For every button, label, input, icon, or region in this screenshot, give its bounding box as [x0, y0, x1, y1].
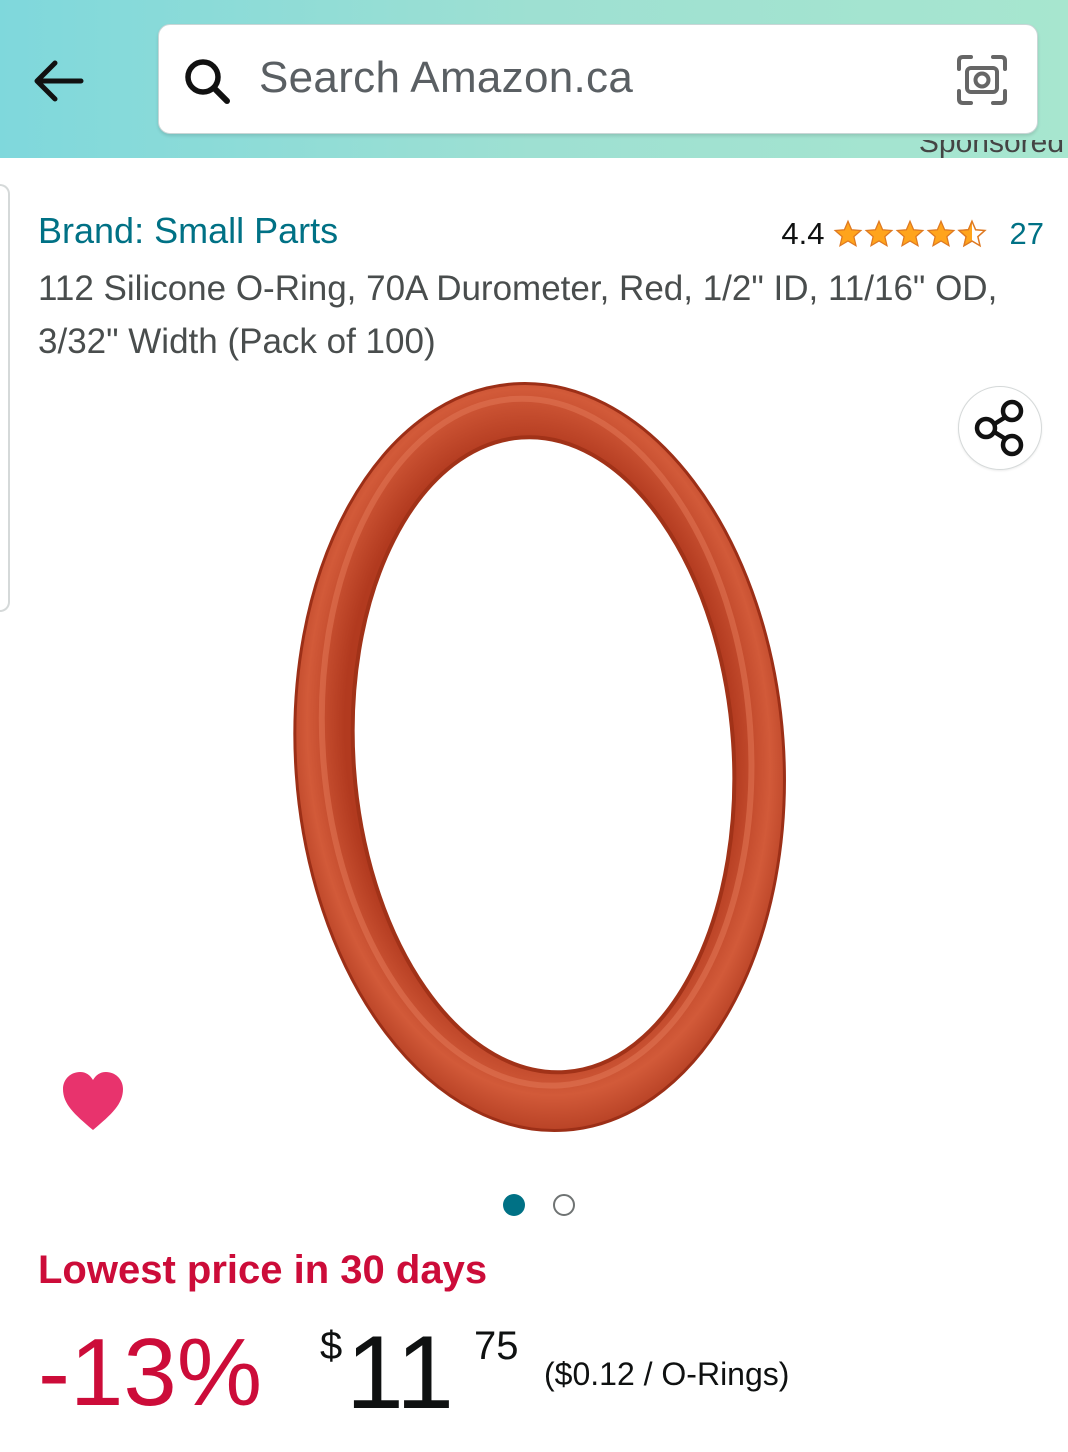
back-button[interactable]: [22, 50, 92, 112]
side-drawer-handle[interactable]: [0, 184, 10, 612]
pagination-dot[interactable]: [553, 1194, 575, 1216]
rating-count: 27: [1009, 216, 1044, 251]
star-icon: [895, 219, 924, 248]
search-input[interactable]: Search Amazon.ca: [158, 24, 1038, 134]
star-icon: [833, 219, 862, 248]
discount-percent: -13%: [38, 1319, 263, 1426]
image-pagination: [503, 1194, 603, 1216]
sponsored-label[interactable]: Sponsored: [919, 140, 1064, 176]
arrow-left-icon: [34, 60, 84, 102]
product-image[interactable]: [270, 372, 810, 1152]
price-fraction: 75: [474, 1324, 519, 1368]
product-title: 112 Silicone O-Ring, 70A Durometer, Red,…: [38, 269, 998, 361]
rating-summary[interactable]: 4.4 27: [781, 216, 1044, 252]
pagination-dot-active[interactable]: [503, 1194, 525, 1216]
star-rating: [833, 219, 988, 249]
price-currency: $: [320, 1324, 343, 1368]
share-icon: [974, 399, 1024, 457]
half-star-icon: [956, 219, 987, 248]
price-whole: 11: [346, 1315, 454, 1431]
star-icon: [926, 219, 955, 248]
search-icon: [185, 59, 230, 104]
share-button[interactable]: [958, 386, 1042, 470]
search-placeholder[interactable]: Search Amazon.ca: [259, 53, 633, 103]
heart-icon[interactable]: [60, 1068, 126, 1134]
rating-value: 4.4: [781, 216, 825, 251]
camera-lens-icon[interactable]: [955, 53, 1009, 107]
top-bar: Search Amazon.ca: [0, 0, 1068, 158]
price-block: -13% $ 11 75 ($0.12 / O-Rings): [38, 1318, 1038, 1438]
brand-link[interactable]: Brand: Small Parts: [38, 210, 338, 252]
star-icon: [864, 219, 893, 248]
unit-price: ($0.12 / O-Rings): [544, 1356, 790, 1392]
deal-badge: Lowest price in 30 days: [38, 1248, 488, 1292]
